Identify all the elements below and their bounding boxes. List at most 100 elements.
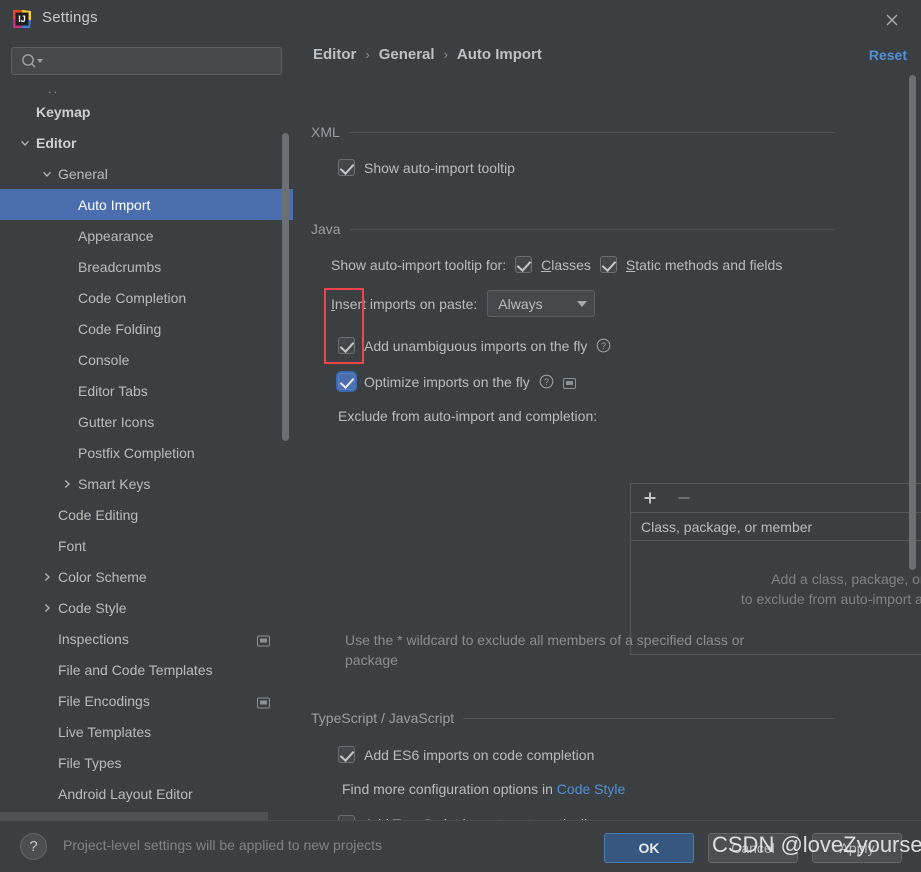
- optimize-imports-label: Optimize imports on the fly: [364, 373, 530, 390]
- chevron-right-icon[interactable]: [60, 477, 74, 491]
- checkbox-row-add-unambiguous-imports[interactable]: Add unambiguous imports on the fly ?: [293, 337, 611, 354]
- chevron-right-icon[interactable]: [40, 601, 54, 615]
- sidebar-item-label: Keymap: [36, 103, 91, 120]
- insert-imports-label-rest: nsert imports on paste:: [334, 295, 478, 312]
- insert-imports-select[interactable]: Always: [487, 290, 596, 317]
- question-mark-icon[interactable]: ?: [20, 833, 47, 860]
- section-rule: [349, 228, 835, 230]
- sidebar-item-label: File Types: [58, 754, 122, 771]
- sidebar-item-code-folding[interactable]: Code Folding: [0, 313, 293, 344]
- minus-icon: [675, 489, 693, 507]
- main-scrollbar-thumb[interactable]: [909, 75, 916, 570]
- sidebar-item-keymap[interactable]: Keymap: [0, 96, 293, 127]
- sidebar-item-live-templates[interactable]: Live Templates: [0, 716, 293, 747]
- sidebar-scrollbar-thumb[interactable]: [282, 133, 289, 441]
- project-level-setting-icon: [562, 376, 576, 389]
- checkbox-row-add-es6-imports[interactable]: Add ES6 imports on code completion: [293, 746, 594, 763]
- wildcard-hint: Use the * wildcard to exclude all member…: [345, 632, 745, 668]
- breadcrumb-item-general[interactable]: General: [379, 46, 435, 63]
- sidebar-item-breadcrumbs[interactable]: Breadcrumbs: [0, 251, 293, 282]
- help-icon[interactable]: ?: [539, 374, 554, 389]
- sidebar-item-editor-tabs[interactable]: Editor Tabs: [0, 375, 293, 406]
- sidebar-item-file-encodings[interactable]: File Encodings: [0, 685, 293, 716]
- sidebar-scrollbar[interactable]: [281, 82, 290, 820]
- sidebar-item-label: File Encodings: [58, 692, 150, 709]
- section-rule: [463, 717, 835, 719]
- svg-text:IJ: IJ: [18, 14, 26, 24]
- svg-text:?: ?: [601, 341, 606, 351]
- sidebar-item-file-types[interactable]: File Types: [0, 747, 293, 778]
- apply-button[interactable]: Apply: [812, 833, 902, 863]
- sidebar-item-font[interactable]: Font: [0, 530, 293, 561]
- chevron-right-icon[interactable]: [40, 570, 54, 584]
- classes-label: Classes: [541, 256, 591, 273]
- add-unambiguous-imports-checkbox[interactable]: [338, 337, 355, 354]
- add-unambiguous-imports-label: Add unambiguous imports on the fly: [364, 337, 588, 354]
- main-scrollbar[interactable]: [908, 72, 917, 772]
- sidebar-item-label: Font: [58, 537, 87, 554]
- sidebar-item-auto-import[interactable]: Auto Import: [0, 189, 293, 220]
- sidebar-item-appearance[interactable]: Appearance: [0, 220, 293, 251]
- ok-button[interactable]: OK: [604, 833, 694, 863]
- add-es6-imports-checkbox[interactable]: [338, 746, 355, 763]
- sidebar-item-label: Inspections: [58, 630, 129, 647]
- breadcrumb-item-auto-import[interactable]: Auto Import: [457, 46, 542, 63]
- static-methods-checkbox[interactable]: [599, 256, 617, 273]
- chevron-down-icon: [577, 300, 588, 307]
- show-auto-import-tooltip-label: Show auto-import tooltip: [364, 159, 515, 176]
- sidebar-item-label: Code Folding: [78, 320, 162, 337]
- sidebar-item-label: Code Completion: [78, 289, 187, 306]
- search-box[interactable]: [11, 47, 282, 75]
- optimize-imports-checkbox[interactable]: [338, 373, 355, 390]
- static-methods-label: Static methods and fields: [625, 256, 783, 273]
- empty-state-line-1: Add a class, package, or member: [771, 571, 921, 587]
- section-title-typescript-javascript: TypeScript / JavaScript: [311, 710, 455, 726]
- search-input[interactable]: [48, 48, 275, 74]
- reset-link[interactable]: Reset: [869, 47, 907, 63]
- breadcrumb-item-editor[interactable]: Editor: [313, 46, 356, 63]
- plus-icon[interactable]: [641, 489, 659, 507]
- classes-checkbox[interactable]: [515, 256, 533, 273]
- sidebar-item-label: Appearance: [78, 227, 154, 244]
- checkbox-row-optimize-imports[interactable]: Optimize imports on the fly ?: [293, 373, 576, 390]
- sidebar-item-inspections[interactable]: Inspections: [0, 623, 293, 654]
- find-more-options-row: Find more configuration options in Code …: [293, 781, 625, 797]
- close-icon[interactable]: [879, 7, 905, 33]
- sidebar-item-color-scheme[interactable]: Color Scheme: [0, 561, 293, 592]
- sidebar-item-postfix-completion[interactable]: Postfix Completion: [0, 437, 293, 468]
- search-icon: [21, 53, 45, 69]
- chevron-down-icon[interactable]: [18, 136, 32, 150]
- sidebar-item-editor[interactable]: Editor: [0, 127, 293, 158]
- settings-tree[interactable]: .. Keymap Editor General Auto Import Appeara…: [0, 82, 293, 820]
- cancel-button[interactable]: Cancel: [708, 833, 798, 863]
- sidebar-item-android-layout-editor[interactable]: Android Layout Editor: [0, 778, 293, 809]
- sidebar-item-smart-keys[interactable]: Smart Keys: [0, 468, 293, 499]
- checkbox-row-show-auto-import-tooltip[interactable]: Show auto-import tooltip: [293, 159, 515, 176]
- sidebar-item-gutter-icons[interactable]: Gutter Icons: [0, 406, 293, 437]
- help-icon[interactable]: ?: [596, 338, 611, 353]
- sidebar-item-label: File and Code Templates: [58, 661, 213, 678]
- sidebar-item-code-completion[interactable]: Code Completion: [0, 282, 293, 313]
- sidebar-item-label: Code Editing: [58, 506, 139, 523]
- dialog-footer: ? Project-level settings will be applied…: [0, 820, 921, 872]
- sidebar-item-console[interactable]: Console: [0, 344, 293, 375]
- find-more-options-prefix: Find more configuration options in: [342, 781, 557, 797]
- sidebar-item-file-and-code-templates[interactable]: File and Code Templates: [0, 654, 293, 685]
- section-title-xml: XML: [311, 124, 340, 140]
- section-header-xml: XML: [293, 124, 921, 140]
- insert-imports-selected-value: Always: [498, 295, 543, 312]
- title-bar: IJ Settings: [0, 0, 921, 38]
- static-methods-label-rest: tatic methods and fields: [635, 256, 783, 273]
- section-rule: [348, 131, 835, 133]
- show-auto-import-tooltip-checkbox[interactable]: [338, 159, 355, 176]
- sidebar-item-code-editing[interactable]: Code Editing: [0, 499, 293, 530]
- code-style-link[interactable]: Code Style: [557, 781, 625, 797]
- sidebar-item-label: Editor: [36, 134, 77, 151]
- sidebar-item-label: Auto Import: [78, 196, 151, 213]
- column-header-class-package-member[interactable]: Class, package, or member: [631, 513, 921, 540]
- chevron-down-icon[interactable]: [40, 167, 54, 181]
- sidebar-item-code-style[interactable]: Code Style: [0, 592, 293, 623]
- sidebar-item-label: Android Layout Editor: [58, 785, 193, 802]
- empty-state-line-2: to exclude from auto-import and completi…: [740, 591, 921, 607]
- sidebar-item-general[interactable]: General: [0, 158, 293, 189]
